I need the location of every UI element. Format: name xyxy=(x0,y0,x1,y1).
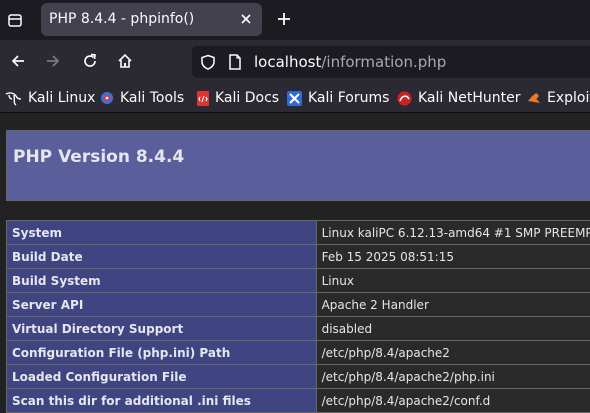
shield-icon[interactable] xyxy=(200,54,216,70)
bookmark-label: Kali Linux xyxy=(28,90,96,106)
tab-list-icon xyxy=(8,14,22,27)
page-icon[interactable] xyxy=(228,54,242,70)
row-key: Configuration File (php.ini) Path xyxy=(6,340,317,365)
list-all-tabs-button[interactable] xyxy=(0,4,30,36)
tab-phpinfo[interactable]: PHP 8.4.4 - phpinfo() xyxy=(41,3,262,36)
table-row: System Linux kaliPC 6.12.13-amd64 #1 SMP … xyxy=(6,220,590,245)
new-tab-button[interactable] xyxy=(271,6,297,32)
url-path: /information.php xyxy=(321,53,447,71)
row-value: /etc/php/8.4/apache2 xyxy=(315,340,590,365)
row-value: Feb 15 2025 08:51:15 xyxy=(315,244,590,269)
phpinfo-table: System Linux kaliPC 6.12.13-amd64 #1 SMP … xyxy=(6,220,590,413)
table-row: Loaded Configuration File/etc/php/8.4/ap… xyxy=(6,364,590,389)
row-value: disabled xyxy=(315,316,590,341)
table-row: Server API Apache 2 Handler xyxy=(6,292,590,317)
php-version-title: PHP Version 8.4.4 xyxy=(13,147,185,167)
reload-icon xyxy=(84,53,96,67)
page-content: PHP Version 8.4.4 System Linux kaliPC 6.1… xyxy=(0,113,590,413)
tab-title: PHP 8.4.4 - phpinfo() xyxy=(49,11,195,27)
home-button[interactable] xyxy=(110,46,140,76)
row-value: /etc/php/8.4/apache2/php.ini xyxy=(315,364,590,389)
address-bar[interactable]: localhost/information.php xyxy=(192,46,590,78)
kali-dragon-icon xyxy=(5,92,22,106)
bookmark-label: Exploit xyxy=(547,90,590,106)
bookmarks-toolbar: Kali Linux Kali Tools Kali Docs Kali For… xyxy=(0,84,590,113)
close-icon xyxy=(241,14,251,24)
exploit-db-icon xyxy=(528,93,540,103)
row-key: Build System xyxy=(6,268,317,293)
row-key: Virtual Directory Support xyxy=(6,316,317,341)
navigation-toolbar: localhost/information.php xyxy=(0,40,590,84)
bookmark-kali-forums[interactable]: Kali Forums xyxy=(287,89,389,107)
reload-button[interactable] xyxy=(75,46,105,76)
table-row: Configuration File (php.ini) Path/etc/ph… xyxy=(6,340,590,365)
table-row: Build System Linux xyxy=(6,268,590,293)
table-row: Scan this dir for additional .ini files /… xyxy=(6,388,590,413)
row-key: Scan this dir for additional .ini files xyxy=(6,388,317,413)
plus-icon xyxy=(278,13,290,25)
close-tab-button[interactable] xyxy=(236,9,256,29)
row-key: Server API xyxy=(6,292,317,317)
kali-forums-icon xyxy=(287,90,302,106)
bookmark-label: Kali NetHunter xyxy=(418,90,521,106)
back-arrow-icon xyxy=(11,55,24,67)
forward-button[interactable] xyxy=(38,46,68,76)
url-host: localhost xyxy=(254,53,322,71)
tab-strip: PHP 8.4.4 - phpinfo() xyxy=(0,0,590,40)
bookmark-exploit[interactable]: Exploit xyxy=(527,89,590,107)
kali-nethunter-icon xyxy=(397,91,412,105)
bookmark-label: Kali Forums xyxy=(308,90,390,106)
bookmark-kali-nethunter[interactable]: Kali NetHunter xyxy=(397,89,520,107)
row-key: Build Date xyxy=(6,244,317,269)
kali-tools-icon xyxy=(101,92,113,104)
bookmark-kali-tools[interactable]: Kali Tools xyxy=(100,89,184,107)
bookmark-label: Kali Tools xyxy=(120,90,185,106)
table-row: Virtual Directory Support disabled xyxy=(6,316,590,341)
back-button[interactable] xyxy=(3,46,33,76)
row-value: Apache 2 Handler xyxy=(315,292,590,317)
row-value: /etc/php/8.4/apache2/conf.d xyxy=(315,388,590,413)
forward-arrow-icon xyxy=(47,55,60,67)
url-text[interactable]: localhost/information.php xyxy=(254,53,446,71)
bookmark-label: Kali Docs xyxy=(215,90,280,106)
bookmark-kali-linux[interactable]: Kali Linux xyxy=(5,89,95,107)
home-icon xyxy=(118,53,132,68)
bookmark-kali-docs[interactable]: Kali Docs xyxy=(197,89,279,107)
row-value: Linux xyxy=(315,268,590,293)
row-value: Linux kaliPC 6.12.13-amd64 #1 SMP PREEMP… xyxy=(315,220,590,245)
phpinfo-header: PHP Version 8.4.4 xyxy=(6,130,590,201)
row-key: System xyxy=(6,220,317,245)
kali-docs-icon xyxy=(197,90,209,106)
row-key: Loaded Configuration File xyxy=(6,364,317,389)
table-row: Build Date Feb 15 2025 08:51:15 xyxy=(6,244,590,269)
